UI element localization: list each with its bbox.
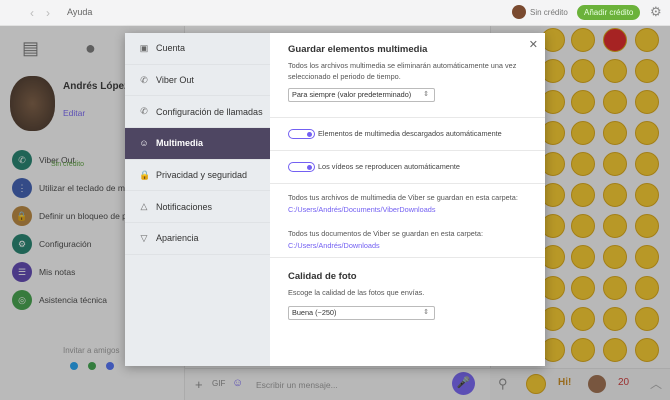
select-value: Buena (~250): [292, 308, 337, 317]
brush-icon: ▽: [140, 232, 148, 243]
nav-label: Notificaciones: [156, 201, 213, 212]
top-bar: ‹ › Ayuda Sin crédito Añadir crédito ⚙: [0, 0, 670, 26]
credit-status: Sin crédito: [530, 8, 568, 17]
section-title: Calidad de foto: [288, 271, 357, 282]
nav-label: Cuenta: [156, 43, 186, 54]
gear-icon[interactable]: ⚙: [650, 4, 662, 20]
settings-dialog: ▣ Cuenta ✆ Viber Out ✆ Configuración de llama…: [125, 33, 545, 366]
close-icon[interactable]: ✕: [529, 38, 538, 51]
media-folder-label: Todos tus archivos de multimedia de Vibe…: [288, 193, 518, 202]
phone-out-icon: ✆: [140, 74, 148, 85]
media-icon: ☺: [139, 138, 149, 149]
lock-icon: 🔒: [139, 169, 151, 180]
divider: [270, 150, 545, 151]
settings-nav-item[interactable]: ▣ Cuenta: [125, 33, 270, 65]
settings-nav-item[interactable]: ☺ Multimedia: [125, 128, 270, 160]
help-menu[interactable]: Ayuda: [67, 7, 92, 17]
settings-nav-item[interactable]: △ Notificaciones: [125, 191, 270, 224]
phone-settings-icon: ✆: [140, 106, 148, 117]
nav-label: Configuración de llamadas: [156, 106, 263, 117]
divider: [270, 257, 545, 258]
forward-icon[interactable]: ›: [46, 6, 50, 20]
back-icon[interactable]: ‹: [30, 6, 34, 20]
toggle-label: Elementos de multimedia descargados auto…: [318, 129, 502, 138]
settings-nav-item[interactable]: ✆ Viber Out: [125, 65, 270, 97]
id-card-icon: ▣: [139, 42, 149, 53]
section-title: Guardar elementos multimedia: [288, 44, 428, 55]
divider: [270, 183, 545, 184]
media-folder-link[interactable]: C:/Users/Andrés/Documents/ViberDownloads: [288, 205, 436, 214]
autoplay-videos-toggle[interactable]: [288, 162, 315, 172]
retention-select[interactable]: Para siempre (valor predeterminado) ⇕: [288, 88, 435, 102]
settings-nav: ▣ Cuenta ✆ Viber Out ✆ Configuración de llama…: [125, 33, 270, 366]
auto-download-toggle[interactable]: [288, 129, 315, 139]
multimedia-settings: ✕ Guardar elementos multimedia Todos los…: [270, 33, 545, 366]
nav-label: Multimedia: [156, 138, 204, 149]
chevron-updown-icon: ⇕: [423, 91, 429, 98]
docs-folder-link[interactable]: C:/Users/Andrés/Downloads: [288, 241, 380, 250]
toggle-label: Los vídeos se reproducen automáticamente: [318, 162, 460, 171]
bell-icon: △: [140, 201, 148, 212]
nav-label: Viber Out: [156, 75, 194, 86]
settings-nav-item[interactable]: ▽ Apariencia: [125, 223, 270, 255]
photo-quality-select[interactable]: Buena (~250) ⇕: [288, 306, 435, 320]
add-credit-button[interactable]: Añadir crédito: [577, 5, 641, 20]
nav-label: Privacidad y seguridad: [156, 170, 248, 181]
select-value: Para siempre (valor predeterminado): [292, 90, 412, 99]
avatar: [512, 5, 526, 19]
chevron-updown-icon: ⇕: [423, 309, 429, 316]
settings-nav-item[interactable]: ✆ Configuración de llamadas: [125, 96, 270, 129]
section-description: Escoge la calidad de las fotos que envía…: [288, 288, 425, 297]
section-description: Todos los archivos multimedia se elimina…: [288, 61, 517, 81]
docs-folder-label: Todos tus documentos de Viber se guardan…: [288, 229, 483, 238]
divider: [270, 117, 545, 118]
settings-nav-item[interactable]: 🔒 Privacidad y seguridad: [125, 160, 270, 192]
nav-label: Apariencia: [156, 233, 199, 244]
